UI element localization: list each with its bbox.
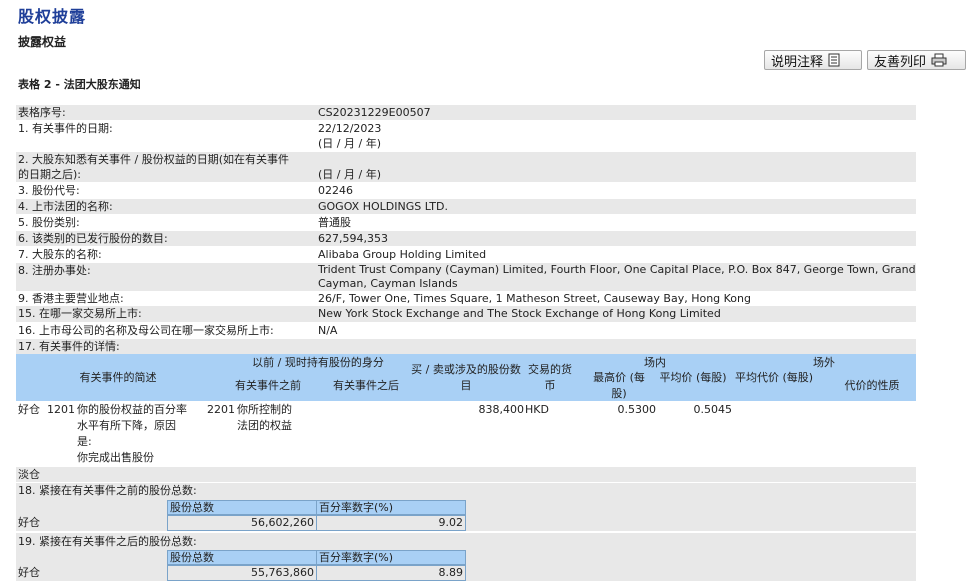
- header-after: 有关事件之后: [333, 379, 399, 392]
- capacity-code: 2201: [207, 403, 235, 416]
- header-before: 有关事件之前: [235, 379, 301, 392]
- header-currency: 交易的货币: [528, 363, 572, 392]
- field-label: 4. 上市法团的名称:: [18, 200, 113, 213]
- col-total-shares: 股份总数: [167, 500, 317, 515]
- section-18-table: 股份总数 百分率数字(%) 好仓 56,602,260 9.02: [16, 500, 466, 532]
- position-type: 好仓: [18, 403, 40, 416]
- field-row: 4. 上市法团的名称: GOGOX HOLDINGS LTD.: [16, 199, 916, 214]
- event-desc-line: 是:: [77, 435, 92, 448]
- currency-value: HKD: [525, 403, 549, 416]
- field-value: 627,594,353: [318, 232, 388, 245]
- field-row: 7. 大股东的名称: Alibaba Group Holding Limited: [16, 247, 916, 262]
- field-value: GOGOX HOLDINGS LTD.: [318, 200, 448, 213]
- field-value: New York Stock Exchange and The Stock Ex…: [318, 307, 721, 320]
- total-shares-value: 56,602,260: [167, 515, 317, 531]
- field-label: 7. 大股东的名称:: [18, 248, 102, 261]
- field-value: Trident Trust Company (Cayman) Limited, …: [318, 263, 916, 276]
- short-position-row: 淡仓: [16, 467, 916, 482]
- header-shares: 买 / 卖或涉及的股份数目: [411, 363, 521, 392]
- printer-icon: [931, 53, 947, 67]
- field-value: 22/12/2023: [318, 122, 382, 135]
- header-average: 平均价 (每股): [659, 371, 727, 384]
- field-label: 5. 股份类别:: [18, 216, 80, 229]
- col-total-shares: 股份总数: [167, 550, 317, 565]
- average-price: 0.5045: [693, 403, 733, 416]
- header-desc: 有关事件的简述: [79, 371, 157, 384]
- field-row: 17. 有关事件的详情:: [16, 339, 916, 354]
- section-subtitle: 披露权益: [18, 35, 67, 49]
- shares-value: 838,400: [478, 403, 525, 416]
- event-code: 1201: [47, 403, 75, 416]
- field-value: 02246: [318, 184, 353, 197]
- field-label: 16. 上市母公司的名称及母公司在哪一家交易所上市:: [18, 324, 274, 337]
- field-value-cont: Cayman, Cayman Islands: [318, 277, 458, 290]
- event-desc-line: 水平有所下降，原因: [77, 419, 176, 432]
- section-19-label: 19. 紧接在有关事件之后的股份总数:: [18, 535, 197, 548]
- event-desc-line: 你完成出售股份: [77, 451, 154, 464]
- field-label: 表格序号:: [18, 106, 66, 119]
- event-desc-line: 你的股份权益的百分率: [77, 403, 187, 416]
- total-shares-value: 55,763,860: [167, 565, 317, 581]
- field-row: 3. 股份代号: 02246: [16, 183, 916, 198]
- field-label: 9. 香港主要营业地点:: [18, 292, 124, 305]
- notes-button-label: 说明注释: [771, 54, 824, 70]
- field-row: 表格序号: CS20231229E00507: [16, 105, 916, 120]
- field-value-note: (日 / 月 / 年): [318, 137, 381, 150]
- document-icon: [828, 53, 840, 67]
- header-nature: 代价的性质: [844, 379, 900, 392]
- header-off-exchange: 场外: [813, 356, 835, 369]
- field-row: 1. 有关事件的日期: 22/12/2023 (日 / 月 / 年): [16, 121, 916, 151]
- field-row: 16. 上市母公司的名称及母公司在哪一家交易所上市: N/A: [16, 323, 916, 338]
- field-value: (日 / 月 / 年): [318, 168, 381, 181]
- field-row: 6. 该类别的已发行股份的数目: 627,594,353: [16, 231, 916, 246]
- field-value: CS20231229E00507: [318, 106, 431, 119]
- row-label: 好仓: [18, 566, 40, 579]
- field-label: 2. 大股东知悉有关事件 / 股份权益的日期(如在有关事件: [18, 153, 289, 166]
- highest-price: 0.5300: [617, 403, 657, 416]
- event-table-header: 有关事件的简述 以前 / 现时持有股份的身分 有关事件之前 有关事件之后 买 /…: [16, 354, 916, 401]
- field-label: 8. 注册办事处:: [18, 264, 91, 277]
- percent-value: 8.89: [316, 565, 466, 581]
- section-19-table: 股份总数 百分率数字(%) 好仓 55,763,860 8.89: [16, 550, 466, 582]
- col-percent: 百分率数字(%): [316, 500, 466, 515]
- field-label: 15. 在哪一家交易所上市:: [18, 307, 142, 320]
- notes-button[interactable]: 说明注释: [764, 50, 862, 70]
- print-button-label: 友善列印: [874, 54, 927, 70]
- field-value: 26/F, Tower One, Times Square, 1 Matheso…: [318, 292, 751, 305]
- field-value: 普通股: [318, 216, 351, 229]
- form-title: 表格 2 - 法团大股东通知: [18, 78, 141, 91]
- field-row: 8. 注册办事处: Trident Trust Company (Cayman)…: [16, 263, 916, 291]
- field-row: 15. 在哪一家交易所上市: New York Stock Exchange a…: [16, 306, 916, 322]
- percent-value: 9.02: [316, 515, 466, 531]
- short-position-label: 淡仓: [18, 468, 40, 481]
- field-row: 5. 股份类别: 普通股: [16, 215, 916, 230]
- print-button[interactable]: 友善列印: [867, 50, 966, 70]
- field-row: 9. 香港主要营业地点: 26/F, Tower One, Times Squa…: [16, 291, 916, 306]
- field-label: 1. 有关事件的日期:: [18, 122, 113, 135]
- field-value: Alibaba Group Holding Limited: [318, 248, 487, 261]
- capacity-desc-line: 法团的权益: [237, 419, 292, 432]
- field-row: 2. 大股东知悉有关事件 / 股份权益的日期(如在有关事件 的日期之后): (日…: [16, 152, 916, 182]
- header-highest: 最高价 (每股): [593, 371, 645, 400]
- field-label: 6. 该类别的已发行股份的数目:: [18, 232, 168, 245]
- table-row: 好仓 1201 你的股份权益的百分率 水平有所下降，原因 是: 你完成出售股份 …: [16, 402, 916, 466]
- header-on-exchange: 场内: [644, 356, 666, 369]
- page-title: 股权披露: [18, 7, 87, 26]
- header-capacity: 以前 / 现时持有股份的身分: [252, 356, 384, 369]
- capacity-desc-line: 你所控制的: [237, 403, 292, 416]
- section-18-label: 18. 紧接在有关事件之前的股份总数:: [18, 484, 197, 497]
- field-value: N/A: [318, 324, 338, 337]
- field-label: 17. 有关事件的详情:: [18, 340, 120, 353]
- field-label-cont: 的日期之后):: [18, 168, 81, 181]
- col-percent: 百分率数字(%): [316, 550, 466, 565]
- field-label: 3. 股份代号:: [18, 184, 80, 197]
- header-avg-consideration: 平均代价 (每股): [734, 371, 814, 384]
- row-label: 好仓: [18, 516, 40, 529]
